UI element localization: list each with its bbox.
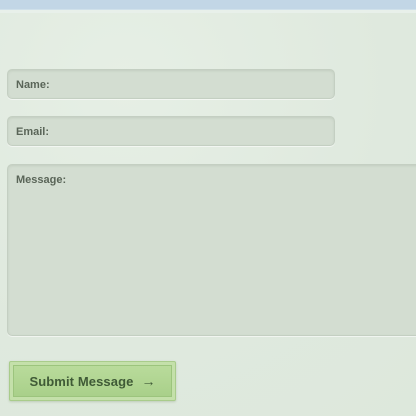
email-label: Email: — [16, 126, 50, 138]
arrow-right-icon: → — [141, 373, 156, 389]
top-bar — [0, 0, 416, 13]
submit-button-label: Submit Message — [29, 373, 134, 389]
name-field[interactable]: Name: — [7, 69, 335, 99]
message-field[interactable]: Message: — [7, 164, 416, 336]
submit-button-face[interactable]: Submit Message → — [13, 365, 172, 397]
message-label: Message: — [16, 174, 67, 186]
submit-message-button[interactable]: Submit Message → — [9, 361, 176, 401]
email-field[interactable]: Email: — [7, 116, 335, 146]
name-label: Name: — [16, 79, 50, 91]
